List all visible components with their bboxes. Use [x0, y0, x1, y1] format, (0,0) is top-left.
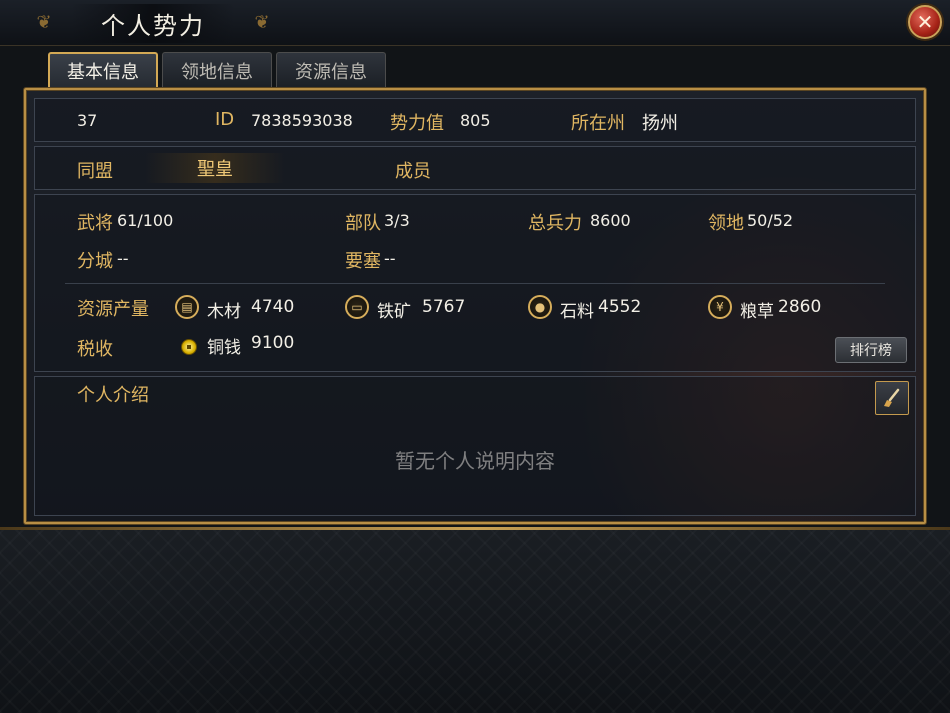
grain-label: 粮草 [740, 302, 774, 322]
iron-value: 5767 [422, 297, 466, 317]
stats-panel: 武将 61/100 部队 3/3 总兵力 8600 领地 50/52 分城 --… [34, 194, 916, 372]
alliance-name[interactable]: 聖皇 [145, 153, 285, 183]
profile-empty-text: 暂无个人说明内容 [395, 449, 555, 473]
tax-name: 铜钱 [207, 338, 241, 358]
tab-basic-info[interactable]: 基本信息 [48, 52, 158, 88]
power-value: 805 [460, 111, 491, 130]
fortress-label: 要塞 [345, 251, 381, 272]
power-label: 势力值 [390, 113, 444, 134]
summary-row: 37 ID 7838593038 势力值 805 所在州 扬州 [34, 98, 916, 142]
edit-profile-button[interactable] [875, 381, 909, 415]
profile-label: 个人介绍 [77, 385, 149, 406]
tax-value: 9100 [251, 333, 295, 353]
dragon-ornament-left-icon: ❦ [36, 12, 52, 33]
alliance-row: 同盟 聖皇 成员 [34, 146, 916, 190]
wood-value: 4740 [251, 297, 295, 317]
grain-icon: ¥ [708, 295, 732, 319]
generals-value: 61/100 [117, 211, 174, 230]
alliance-label: 同盟 [77, 161, 113, 182]
grain-value: 2860 [778, 297, 822, 317]
resource-production-label: 资源产量 [77, 299, 149, 320]
wood-label: 木材 [207, 302, 241, 322]
troops-label: 部队 [345, 213, 381, 234]
state-value: 扬州 [642, 113, 678, 134]
tax-label: 税收 [77, 339, 113, 360]
profile-panel: 个人介绍 暂无个人说明内容 [34, 376, 916, 516]
player-level: 37 [77, 111, 98, 130]
tab-territory-info[interactable]: 领地信息 [162, 52, 272, 88]
total-force-label: 总兵力 [528, 213, 582, 234]
territory-value: 50/52 [747, 211, 794, 230]
fortress-value: -- [384, 249, 396, 268]
generals-label: 武将 [77, 213, 113, 234]
id-value: 7838593038 [251, 111, 353, 130]
divider [65, 283, 885, 284]
close-icon: ✕ [916, 10, 934, 34]
branch-city-value: -- [117, 249, 129, 268]
id-label: ID [215, 109, 235, 130]
stone-icon: ● [528, 295, 552, 319]
troops-value: 3/3 [384, 211, 410, 230]
iron-icon: ▭ [345, 295, 369, 319]
close-button[interactable]: ✕ [908, 5, 942, 39]
brush-icon [884, 388, 900, 407]
main-panel: 37 ID 7838593038 势力值 805 所在州 扬州 同盟 聖皇 成员… [24, 88, 926, 524]
total-force-value: 8600 [590, 211, 631, 230]
title-plate: ❦ 个人势力 ❦ [14, 3, 292, 43]
ranking-button[interactable]: 排行榜 [835, 337, 907, 363]
wood-icon: ▤ [175, 295, 199, 319]
stone-label: 石料 [560, 302, 594, 322]
background-pattern [0, 530, 950, 713]
members-label: 成员 [395, 161, 431, 182]
territory-label: 领地 [708, 213, 744, 234]
tab-resource-info[interactable]: 资源信息 [276, 52, 386, 88]
state-label: 所在州 [571, 113, 625, 134]
tab-bar: 基本信息 领地信息 资源信息 [48, 52, 386, 88]
dragon-ornament-right-icon: ❦ [254, 12, 270, 33]
branch-city-label: 分城 [77, 251, 113, 272]
stone-value: 4552 [598, 297, 642, 317]
coin-icon [181, 339, 197, 355]
title-bar: ❦ 个人势力 ❦ ✕ [0, 0, 950, 46]
window-title: 个人势力 [71, 3, 235, 43]
iron-label: 铁矿 [377, 302, 411, 322]
